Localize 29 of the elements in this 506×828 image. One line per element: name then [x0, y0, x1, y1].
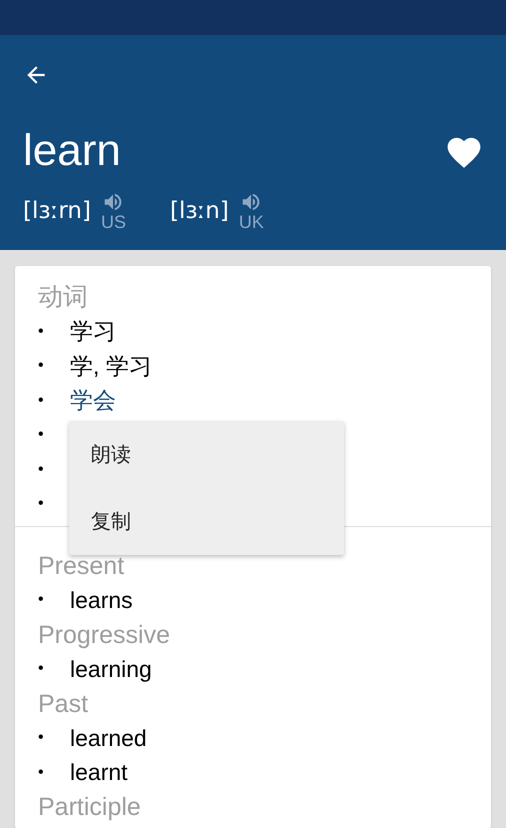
section-heading: Progressive	[38, 620, 171, 650]
bullet: •	[38, 729, 45, 748]
section-heading: Past	[38, 688, 90, 720]
definition-text[interactable]: 学习	[70, 316, 116, 348]
phonetic-text: [lɜːrn]	[23, 198, 91, 224]
definition-text[interactable]: 学会	[70, 385, 116, 416]
definition-text[interactable]: learned	[70, 724, 147, 752]
bullet: •	[38, 357, 45, 376]
section-heading: Participle	[38, 792, 142, 823]
bullet: •	[38, 591, 45, 610]
definition-text[interactable]: learning	[70, 656, 152, 683]
bullet: •	[38, 495, 45, 514]
speaker-icon[interactable]	[240, 191, 262, 213]
speaker-icon[interactable]	[102, 191, 124, 213]
menu-item[interactable]: 朗读	[69, 421, 344, 488]
phonetic-text: [lɜːn]	[170, 198, 229, 224]
region-label: UK	[238, 213, 264, 231]
section-heading: 动词	[38, 282, 89, 313]
headword: learn	[23, 126, 121, 176]
bullet: •	[38, 764, 45, 782]
definition-text[interactable]: learnt	[70, 759, 128, 786]
definition-text[interactable]: learns	[70, 586, 133, 614]
bullet: •	[38, 460, 45, 479]
bullet: •	[38, 392, 45, 410]
region-label: US	[100, 213, 126, 231]
bullet: •	[38, 322, 45, 341]
bullet: •	[38, 426, 45, 444]
definition-text[interactable]: 学, 学习	[70, 350, 152, 382]
bullet: •	[38, 660, 45, 678]
